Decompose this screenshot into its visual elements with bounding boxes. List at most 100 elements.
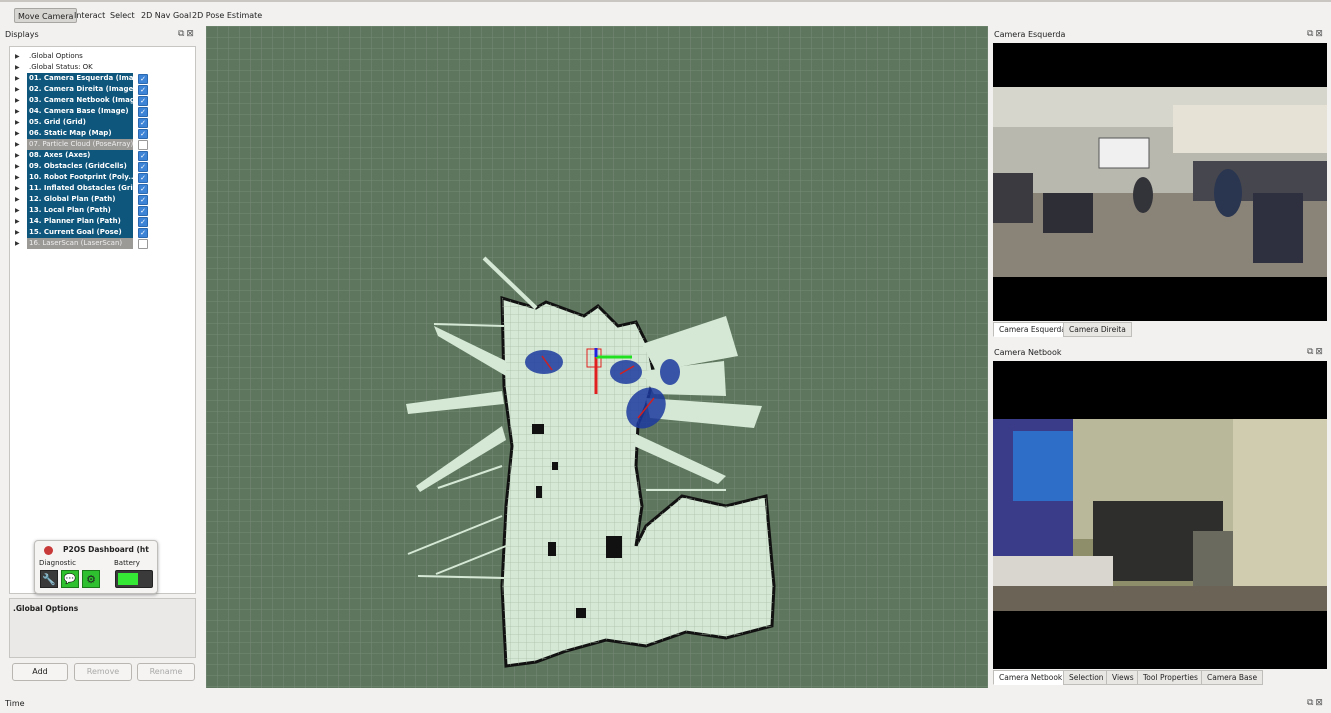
- expand-arrow-icon[interactable]: ▶: [15, 238, 20, 249]
- battery-icon: [115, 570, 153, 588]
- display-label: 06. Static Map (Map): [27, 128, 133, 139]
- displays-tree[interactable]: ▶ .Global Options ▶ .Global Status: OK ▶ 01…: [9, 46, 196, 594]
- expand-arrow-icon[interactable]: ▶: [15, 139, 20, 150]
- display-checkbox[interactable]: ✓: [138, 228, 148, 238]
- display-checkbox[interactable]: ✓: [138, 129, 148, 139]
- tab-camera-base[interactable]: Camera Base: [1201, 670, 1264, 685]
- expand-arrow-icon[interactable]: ▶: [15, 227, 20, 238]
- chat-icon[interactable]: 💬: [61, 570, 79, 588]
- remove-button[interactable]: Remove: [74, 663, 132, 681]
- add-button[interactable]: Add: [12, 663, 68, 681]
- display-checkbox[interactable]: [138, 239, 148, 249]
- properties-title: .Global Options: [13, 604, 79, 613]
- display-checkbox[interactable]: ✓: [138, 217, 148, 227]
- expand-arrow-icon[interactable]: ▶: [15, 216, 20, 227]
- display-row[interactable]: ▶ 04. Camera Base (Image) ✓: [10, 106, 190, 117]
- expand-arrow-icon[interactable]: ▶: [15, 128, 20, 139]
- display-checkbox[interactable]: ✓: [138, 151, 148, 161]
- display-label: 05. Grid (Grid): [27, 117, 133, 128]
- rename-button[interactable]: Rename: [137, 663, 195, 681]
- display-row[interactable]: ▶ 02. Camera Direita (Image) ✓: [10, 84, 190, 95]
- display-label: 14. Planner Plan (Path): [27, 216, 133, 227]
- expand-arrow-icon[interactable]: ▶: [15, 172, 20, 183]
- battery-label: Battery: [114, 559, 140, 567]
- tool-interact[interactable]: Interact: [71, 8, 108, 23]
- close-icon[interactable]: [44, 546, 53, 555]
- camera-left-window-buttons[interactable]: ⧉⊠: [1307, 29, 1325, 39]
- dashboard-title: P2OS Dashboard (htt: [63, 545, 149, 554]
- expand-arrow-icon[interactable]: ▶: [15, 194, 20, 205]
- expand-arrow-icon[interactable]: ▶: [15, 161, 20, 172]
- tab-camera-esquerda[interactable]: Camera Esquerda: [993, 322, 1072, 337]
- tool-move-camera[interactable]: Move Camera: [14, 8, 78, 23]
- display-checkbox[interactable]: ✓: [138, 85, 148, 95]
- display-label: 12. Global Plan (Path): [27, 194, 133, 205]
- display-label: 07. Particle Cloud (PoseArray): [27, 139, 133, 150]
- display-row[interactable]: ▶ .Global Status: OK: [10, 62, 190, 73]
- expand-arrow-icon[interactable]: ▶: [15, 84, 20, 95]
- display-checkbox[interactable]: ✓: [138, 74, 148, 84]
- expand-arrow-icon[interactable]: ▶: [15, 183, 20, 194]
- expand-arrow-icon[interactable]: ▶: [15, 106, 20, 117]
- expand-arrow-icon[interactable]: ▶: [15, 62, 20, 73]
- display-checkbox[interactable]: ✓: [138, 195, 148, 205]
- displays-title: Displays: [5, 30, 39, 39]
- displays-window-buttons[interactable]: ⧉⊠: [178, 29, 196, 39]
- camera-left-view: [993, 43, 1327, 321]
- expand-arrow-icon[interactable]: ▶: [15, 150, 20, 161]
- display-label: 03. Camera Netbook (Image): [27, 95, 133, 106]
- display-checkbox[interactable]: ✓: [138, 107, 148, 117]
- display-checkbox[interactable]: ✓: [138, 173, 148, 183]
- display-checkbox[interactable]: ✓: [138, 206, 148, 216]
- display-label: 11. Inflated Obstacles (Gri...: [27, 183, 133, 194]
- tab-camera-direita[interactable]: Camera Direita: [1063, 322, 1132, 337]
- display-row[interactable]: ▶ 05. Grid (Grid) ✓: [10, 117, 190, 128]
- expand-arrow-icon[interactable]: ▶: [15, 205, 20, 216]
- display-checkbox[interactable]: ✓: [138, 184, 148, 194]
- tab-tool-properties[interactable]: Tool Properties: [1137, 670, 1204, 685]
- expand-arrow-icon[interactable]: ▶: [15, 95, 20, 106]
- tool-2d-pose-estimate[interactable]: 2D Pose Estimate: [189, 8, 265, 23]
- display-checkbox[interactable]: ✓: [138, 118, 148, 128]
- tab-selection[interactable]: Selection: [1063, 670, 1110, 685]
- 3d-viewport[interactable]: [206, 26, 988, 688]
- camera-netbook-window-buttons[interactable]: ⧉⊠: [1307, 347, 1325, 357]
- expand-arrow-icon[interactable]: ▶: [15, 51, 20, 62]
- display-row[interactable]: ▶ 15. Current Goal (Pose) ✓: [10, 227, 190, 238]
- p2os-dashboard[interactable]: P2OS Dashboard (htt Diagnostic Battery 🔧…: [34, 540, 158, 594]
- display-label: 15. Current Goal (Pose): [27, 227, 133, 238]
- display-label: 10. Robot Footprint (Poly...: [27, 172, 133, 183]
- tool-2d-nav-goal[interactable]: 2D Nav Goal: [138, 8, 194, 23]
- display-checkbox[interactable]: [138, 140, 148, 150]
- display-row[interactable]: ▶ 10. Robot Footprint (Poly... ✓: [10, 172, 190, 183]
- tab-views[interactable]: Views: [1106, 670, 1140, 685]
- camera-netbook-view: [993, 361, 1327, 669]
- map-canvas[interactable]: [206, 26, 988, 688]
- display-label: .Global Status: OK: [29, 63, 93, 71]
- display-label: 04. Camera Base (Image): [27, 106, 133, 117]
- display-checkbox[interactable]: ✓: [138, 162, 148, 172]
- display-row[interactable]: ▶ 13. Local Plan (Path) ✓: [10, 205, 190, 216]
- display-row[interactable]: ▶ 16. LaserScan (LaserScan): [10, 238, 190, 249]
- gear-icon[interactable]: ⚙: [82, 570, 100, 588]
- tool-select[interactable]: Select: [107, 8, 138, 23]
- display-row[interactable]: ▶ 06. Static Map (Map) ✓: [10, 128, 190, 139]
- display-row[interactable]: ▶ 03. Camera Netbook (Image) ✓: [10, 95, 190, 106]
- expand-arrow-icon[interactable]: ▶: [15, 117, 20, 128]
- diagnostic-label: Diagnostic: [39, 559, 76, 567]
- camera-netbook-title: Camera Netbook: [994, 348, 1062, 357]
- display-row[interactable]: ▶ 08. Axes (Axes) ✓: [10, 150, 190, 161]
- wrench-icon[interactable]: 🔧: [40, 570, 58, 588]
- display-checkbox[interactable]: ✓: [138, 96, 148, 106]
- display-row[interactable]: ▶ 14. Planner Plan (Path) ✓: [10, 216, 190, 227]
- display-row[interactable]: ▶ 11. Inflated Obstacles (Gri... ✓: [10, 183, 190, 194]
- time-window-buttons[interactable]: ⧉⊠: [1307, 698, 1325, 708]
- display-row[interactable]: ▶ 07. Particle Cloud (PoseArray): [10, 139, 190, 150]
- camera-netbook-image: [993, 419, 1327, 611]
- display-row[interactable]: ▶ 01. Camera Esquerda (Ima... ✓: [10, 73, 190, 84]
- tab-camera-netbook[interactable]: Camera Netbook: [993, 670, 1069, 685]
- display-row[interactable]: ▶ 12. Global Plan (Path) ✓: [10, 194, 190, 205]
- display-row[interactable]: ▶ .Global Options: [10, 51, 190, 62]
- display-row[interactable]: ▶ 09. Obstacles (GridCells) ✓: [10, 161, 190, 172]
- expand-arrow-icon[interactable]: ▶: [15, 73, 20, 84]
